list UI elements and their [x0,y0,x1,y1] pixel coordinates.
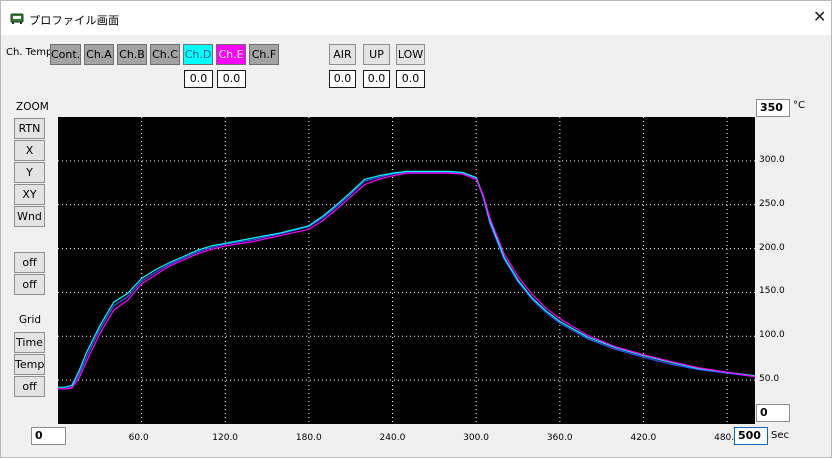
y-tick-label: 150.0 [759,286,785,297]
y-tick-label: 100.0 [759,330,785,341]
zoom-x-button[interactable]: X [14,140,45,161]
x-max-input[interactable]: 500 [734,427,768,445]
channel-f-button[interactable]: Ch.F [249,44,279,65]
air-value: 0.0 [329,70,356,88]
low-button[interactable]: LOW [396,44,425,65]
channel-temp-label: Ch. Temp. [6,47,56,58]
channel-a-button[interactable]: Ch.A [84,44,114,65]
x-tick-label: 180.0 [295,433,322,443]
y-tick-label: 50.0 [759,374,780,385]
x-tick-label: 120.0 [212,433,239,443]
y-min-input[interactable]: 0 [756,404,790,422]
x-tick-label: 360.0 [546,433,573,443]
channel-e-value: 0.0 [217,70,246,88]
x-unit-label: Sec [771,430,789,441]
zoom-rtn-button[interactable]: RTN [14,118,45,139]
chart-canvas [58,117,755,424]
zoom-y-button[interactable]: Y [14,162,45,183]
zoom-xy-button[interactable]: XY [14,184,45,205]
low-value: 0.0 [396,70,425,88]
air-button[interactable]: AIR [329,44,356,65]
channel-d-value: 0.0 [184,70,213,88]
close-icon[interactable]: ✕ [813,9,826,25]
channel-d-button[interactable]: Ch.D [183,44,213,65]
x-min-input[interactable]: 0 [31,427,66,445]
grid-off-button[interactable]: off [14,376,45,397]
x-tick-label: 300.0 [463,433,489,443]
toggle-off-button-2[interactable]: off [14,274,45,295]
grid-label: Grid [19,314,42,326]
series-line-2 [58,172,755,390]
x-tick-label: 420.0 [630,433,657,443]
x-tick-label: 60.0 [128,433,149,443]
series-line-1 [58,170,755,388]
x-tick-label: 240.0 [379,433,406,443]
channel-cont-button[interactable]: Cont. [50,44,81,65]
y-tick-label: 250.0 [759,198,785,209]
y-unit-label: °C [793,100,805,111]
toggle-off-button-1[interactable]: off [14,252,45,273]
y-max-input[interactable]: 350 [756,99,790,117]
profile-window: プロファイル画面 ✕ Ch. Temp. Cont. Ch.A Ch.B Ch.… [0,0,832,458]
zoom-wnd-button[interactable]: Wnd [14,206,45,227]
channel-b-button[interactable]: Ch.B [117,44,147,65]
app-icon [10,13,24,25]
up-button[interactable]: UP [363,44,390,65]
title-bar: プロファイル画面 ✕ [1,1,831,35]
y-tick-label: 300.0 [759,154,785,165]
channel-c-button[interactable]: Ch.C [150,44,180,65]
y-tick-label: 200.0 [759,242,785,253]
window-title: プロファイル画面 [29,14,120,27]
grid-temp-button[interactable]: Temp [14,354,45,375]
grid-time-button[interactable]: Time [14,332,45,353]
up-value: 0.0 [363,70,390,88]
channel-e-button[interactable]: Ch.E [216,44,246,65]
zoom-label: ZOOM [16,101,49,113]
profile-chart[interactable] [58,117,755,424]
